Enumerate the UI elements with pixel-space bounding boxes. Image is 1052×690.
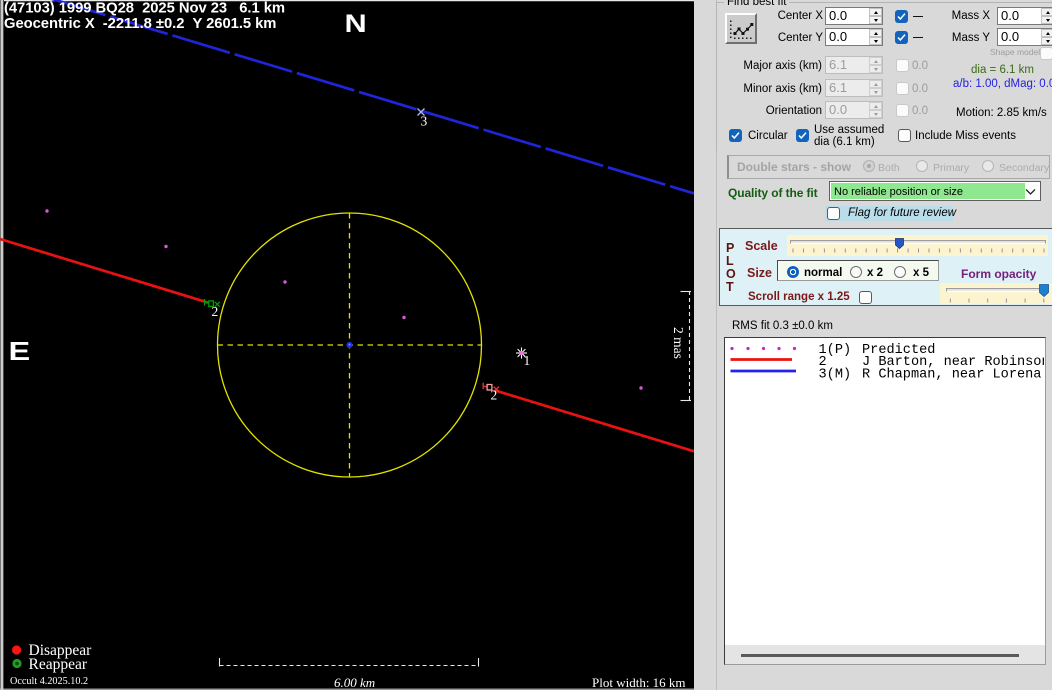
svg-text:R Chapman, near Lorena: R Chapman, near Lorena xyxy=(862,367,1041,382)
svg-text:3(M): 3(M) xyxy=(819,367,852,382)
svg-text:2: 2 xyxy=(491,388,498,403)
svg-text:6.00 km: 6.00 km xyxy=(334,675,375,690)
svg-text:(47103) 1999 BQ28 2025 Nov 23: (47103) 1999 BQ28 2025 Nov 23 6.1 km xyxy=(4,1,285,17)
svg-text:1: 1 xyxy=(524,353,531,368)
svg-text:Reappear: Reappear xyxy=(29,656,88,673)
svg-text:Plot width: 16 km: Plot width: 16 km xyxy=(592,675,686,690)
svg-text:2 mas: 2 mas xyxy=(671,327,686,359)
svg-text:Occult 4.2025.10.2: Occult 4.2025.10.2 xyxy=(10,676,88,687)
svg-text:N: N xyxy=(345,10,367,37)
svg-text:E: E xyxy=(9,337,31,366)
svg-text:2: 2 xyxy=(212,304,219,319)
svg-text:Geocentric X -2211.8 ±0.2 Y: Geocentric X -2211.8 ±0.2 Y 2601.5 km xyxy=(4,16,276,32)
svg-text:3: 3 xyxy=(421,114,428,129)
